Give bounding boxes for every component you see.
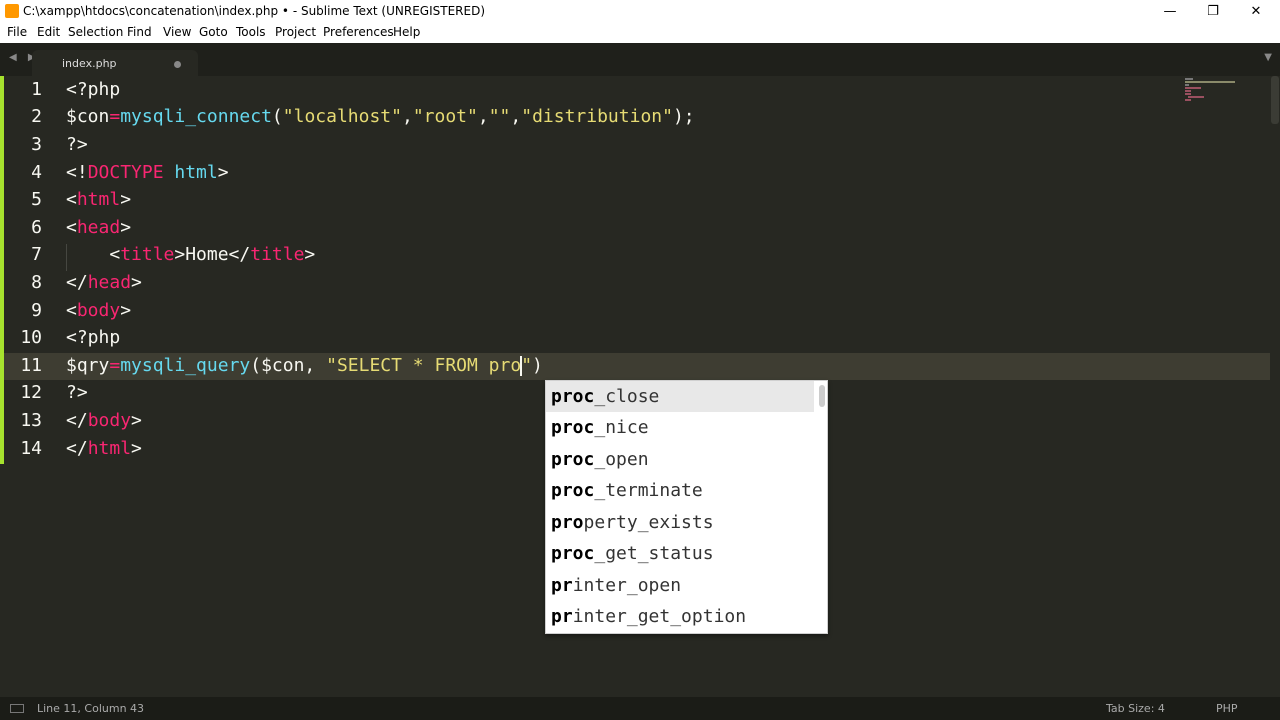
- line-number: 13: [20, 410, 42, 431]
- title-bar: C:\xampp\htdocs\concatenation\index.php …: [0, 0, 1280, 23]
- scrollbar-thumb[interactable]: [1271, 76, 1279, 124]
- minimap[interactable]: [1185, 76, 1240, 106]
- tab-size-indicator[interactable]: Tab Size: 4: [1106, 702, 1165, 715]
- menu-project[interactable]: Project: [275, 25, 316, 39]
- autocomplete-item[interactable]: printer_open: [546, 570, 814, 601]
- tab-label: index.php: [62, 57, 117, 70]
- code-line-7: <title>Home</title>: [66, 244, 316, 265]
- autocomplete-scrollbar[interactable]: [819, 385, 825, 407]
- line-number: 12: [20, 382, 42, 403]
- code-line-4: <!DOCTYPE html>: [66, 162, 229, 183]
- line-number: 1: [31, 79, 42, 100]
- menu-goto[interactable]: Goto: [199, 25, 228, 39]
- autocomplete-item[interactable]: proc_open: [546, 444, 814, 475]
- autocomplete-item[interactable]: proc_terminate: [546, 475, 814, 506]
- code-line-2: $con=mysqli_connect("localhost","root","…: [66, 106, 695, 127]
- menu-find[interactable]: Find: [127, 25, 152, 39]
- line-number: 14: [20, 438, 42, 459]
- line-number: 10: [20, 327, 42, 348]
- code-line-6: <head>: [66, 217, 132, 238]
- code-line-13: </body>: [66, 410, 142, 431]
- menu-view[interactable]: View: [163, 25, 191, 39]
- sublime-app-icon: [5, 4, 19, 18]
- code-line-3: ?>: [66, 134, 88, 155]
- code-line-14: </html>: [66, 438, 142, 459]
- line-number: 2: [31, 106, 42, 127]
- code-line-9: <body>: [66, 300, 132, 321]
- code-line-1: <?php: [66, 79, 121, 100]
- autocomplete-item[interactable]: printer_get_option: [546, 601, 814, 632]
- line-number: 11: [20, 355, 42, 376]
- tab-dropdown-icon[interactable]: ▼: [1264, 52, 1272, 63]
- line-number: 6: [31, 217, 42, 238]
- menu-tools[interactable]: Tools: [236, 25, 266, 39]
- line-number: 8: [31, 272, 42, 293]
- unsaved-dot-icon[interactable]: [174, 61, 181, 68]
- line-number: 7: [31, 244, 42, 265]
- menu-file[interactable]: File: [7, 25, 27, 39]
- menu-help[interactable]: Help: [393, 25, 420, 39]
- close-button[interactable]: ✕: [1234, 0, 1278, 23]
- menu-edit[interactable]: Edit: [37, 25, 60, 39]
- status-bar: Line 11, Column 43 Tab Size: 4 PHP: [0, 697, 1280, 720]
- restore-button[interactable]: ❐: [1191, 0, 1235, 23]
- autocomplete-item[interactable]: proc_get_status: [546, 538, 814, 569]
- autocomplete-item[interactable]: proc_nice: [546, 412, 814, 443]
- minimize-button[interactable]: —: [1148, 0, 1192, 23]
- panel-toggle-icon[interactable]: [10, 704, 24, 713]
- vertical-scrollbar[interactable]: [1270, 76, 1280, 697]
- window-title: C:\xampp\htdocs\concatenation\index.php …: [23, 4, 486, 18]
- code-line-5: <html>: [66, 189, 132, 210]
- line-number: 4: [31, 162, 42, 183]
- line-number: 5: [31, 189, 42, 210]
- code-line-10: <?php: [66, 327, 121, 348]
- line-number: 9: [31, 300, 42, 321]
- menu-selection[interactable]: Selection: [68, 25, 123, 39]
- cursor-position: Line 11, Column 43: [37, 702, 145, 715]
- autocomplete-item[interactable]: proc_close: [546, 381, 814, 412]
- tab-bar: ◀ ▶ index.php ▼: [0, 43, 1280, 76]
- code-line-12: ?>: [66, 382, 88, 403]
- code-line-8: </head>: [66, 272, 142, 293]
- tab-index-php[interactable]: index.php: [32, 50, 198, 76]
- syntax-indicator[interactable]: PHP: [1216, 702, 1238, 715]
- menu-preferences[interactable]: Preferences: [323, 25, 394, 39]
- menu-bar: File Edit Selection Find View Goto Tools…: [0, 23, 1280, 43]
- code-line-11: $qry=mysqli_query($con, "SELECT * FROM p…: [66, 355, 543, 376]
- line-number: 3: [31, 134, 42, 155]
- autocomplete-item[interactable]: property_exists: [546, 507, 814, 538]
- autocomplete-popup: proc_close proc_nice proc_open proc_term…: [545, 380, 828, 634]
